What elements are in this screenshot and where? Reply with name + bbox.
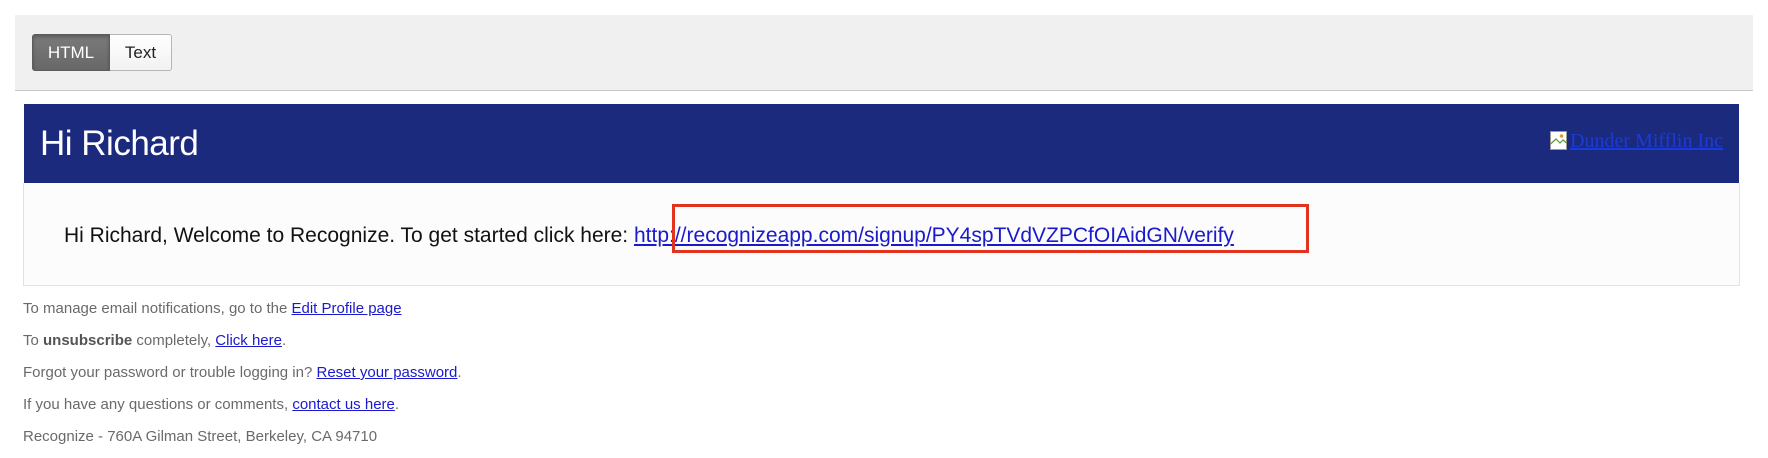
welcome-text: Hi Richard, Welcome to Recognize. To get… (64, 224, 634, 247)
email-greeting: Hi Richard (40, 124, 199, 163)
email-body: Hi Richard, Welcome to Recognize. To get… (23, 183, 1740, 286)
forgot-suffix: . (457, 364, 462, 381)
tab-html[interactable]: HTML (32, 34, 110, 71)
unsub-prefix: To (23, 332, 44, 349)
manage-prefix: To manage email notifications, go to the (23, 300, 292, 317)
questions-suffix: . (394, 396, 400, 413)
forgot-prefix: Forgot your password or trouble logging … (23, 364, 317, 381)
company-address: Recognize - 760A Gilman Street, Berkeley… (23, 428, 378, 445)
company-logo-alt-text: Dunder Mifflin Inc (1570, 130, 1723, 152)
welcome-message: Hi Richard, Welcome to Recognize. To get… (64, 223, 1234, 249)
questions-line: If you have any questions or comments, c… (23, 394, 1723, 426)
unsubscribe-bold: unsubscribe (43, 332, 133, 349)
edit-profile-link[interactable]: Edit Profile page (292, 300, 402, 317)
company-logo-link[interactable]: Dunder Mifflin Inc (1550, 129, 1723, 153)
reset-password-link[interactable]: Reset your password (317, 364, 458, 381)
broken-image-icon (1550, 131, 1568, 151)
questions-prefix: If you have any questions or comments, (23, 396, 293, 413)
email-footer: To manage email notifications, go to the… (23, 298, 1723, 458)
forgot-password-line: Forgot your password or trouble logging … (23, 362, 1723, 394)
view-toolbar: HTML Text (15, 15, 1753, 91)
signup-verify-link[interactable]: http://recognizeapp.com/signup/PY4spTVdV… (634, 224, 1234, 247)
contact-us-link[interactable]: contact us here (292, 396, 395, 413)
manage-notifications-line: To manage email notifications, go to the… (23, 298, 1723, 330)
unsub-middle: completely, (132, 332, 216, 349)
email-header: Hi Richard Dunder Mifflin Inc (24, 104, 1739, 183)
tab-text[interactable]: Text (110, 34, 172, 71)
unsubscribe-line: To unsubscribe completely, Click here. (23, 330, 1723, 362)
view-mode-toggle: HTML Text (32, 34, 172, 71)
unsubscribe-link[interactable]: Click here (215, 332, 282, 349)
unsub-suffix: . (281, 332, 287, 349)
